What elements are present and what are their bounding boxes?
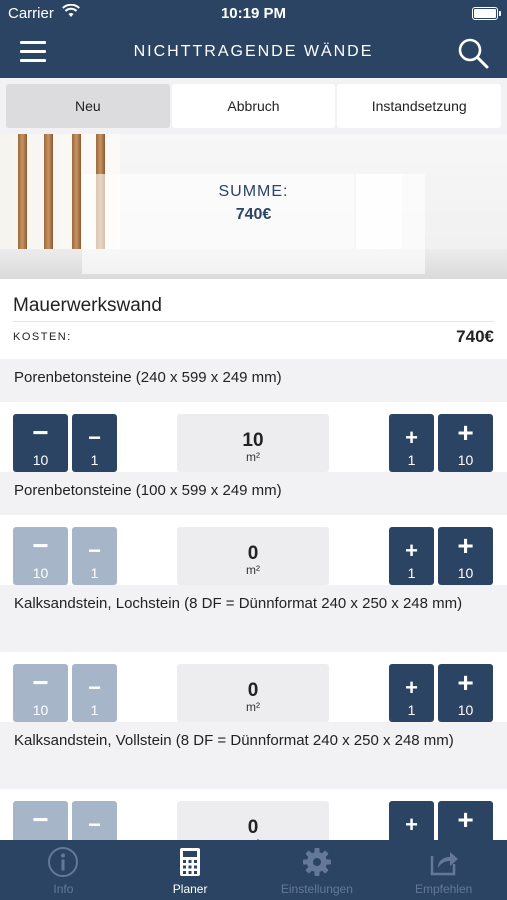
plus-1-button[interactable]: + 1 [389, 664, 434, 722]
quantity-value: 0 [247, 817, 259, 838]
plus-1-button[interactable]: + 1 [389, 414, 434, 472]
quantity-display: 0 m² [177, 801, 329, 840]
status-bar: Carrier 10:19 PM [0, 0, 507, 28]
quantity-value: 10 [242, 430, 264, 451]
tab-info[interactable]: Info [0, 840, 127, 900]
page-title: NICHTTRAGENDE WÄNDE [133, 43, 374, 60]
kosten-label: KOSTEN: [13, 331, 72, 343]
minus-1-button[interactable]: − 1 [72, 527, 117, 585]
plus-1-button[interactable]: + 1 [389, 801, 434, 840]
section-title: Mauerwerkswand [13, 295, 162, 316]
segment-neu[interactable]: Neu [6, 84, 170, 128]
segment-abbruch[interactable]: Abbruch [171, 84, 336, 128]
quantity-display: 0 m² [177, 527, 329, 585]
hero-image: SUMME: 740€ [0, 134, 507, 279]
minus-10-button[interactable]: − 10 [13, 527, 68, 585]
tab-empfehlen[interactable]: Empfehlen [380, 840, 507, 900]
item-list[interactable]: Porenbetonsteine (240 x 599 x 249 mm) − … [0, 359, 507, 840]
quantity-unit: m² [246, 450, 260, 464]
list-item: − 10 − 1 0 m² + 1 + 10 [0, 515, 507, 585]
item-label: Porenbetonsteine (100 x 599 x 249 mm) [0, 472, 507, 515]
item-label: Kalksandstein, Vollstein (8 DF = Dünnfor… [0, 722, 507, 789]
item-label: Kalksandstein, Lochstein (8 DF = Dünnfor… [0, 585, 507, 652]
item-label: Porenbetonsteine (240 x 599 x 249 mm) [0, 359, 507, 402]
quantity-display: 10 m² [177, 414, 329, 472]
tab-label: Einstellungen [280, 882, 353, 896]
quantity-unit: m² [246, 700, 260, 714]
tab-bar: Info Planer Einstellungen Empfehlen [0, 840, 507, 900]
clock: 10:19 PM [220, 5, 287, 22]
list-item: − 10 − 1 0 m² + 1 + 10 [0, 652, 507, 722]
plus-10-button[interactable]: + 10 [438, 414, 493, 472]
minus-1-button[interactable]: − 1 [72, 414, 117, 472]
quantity-display: 0 m² [177, 664, 329, 722]
tab-label: Planer [172, 882, 208, 896]
minus-10-button[interactable]: − 10 [13, 664, 68, 722]
sum-value: 740€ [235, 206, 272, 223]
nav-bar: NICHTTRAGENDE WÄNDE [0, 28, 507, 78]
gear-icon [302, 848, 331, 876]
minus-10-button[interactable]: − 10 [13, 414, 68, 472]
plus-10-button[interactable]: + 10 [438, 801, 493, 840]
kosten-value: 740€ [456, 327, 494, 346]
search-icon[interactable] [457, 37, 489, 69]
section-header: Mauerwerkswand KOSTEN: 740€ [0, 279, 507, 359]
calculator-icon [180, 848, 201, 876]
plus-10-button[interactable]: + 10 [438, 527, 493, 585]
list-item: − 10 − 1 0 m² + 1 + 10 [0, 789, 507, 840]
list-item: − 10 − 1 10 m² + 1 + 10 [0, 402, 507, 472]
share-icon [430, 852, 458, 876]
segmented-control: Neu Abbruch Instandsetzung [0, 78, 507, 134]
divider [13, 321, 494, 322]
plus-1-button[interactable]: + 1 [389, 527, 434, 585]
minus-1-button[interactable]: − 1 [72, 664, 117, 722]
plus-10-button[interactable]: + 10 [438, 664, 493, 722]
sum-label: SUMME: [218, 183, 289, 200]
quantity-unit: m² [246, 563, 260, 577]
tab-planer[interactable]: Planer [127, 840, 254, 900]
minus-1-button[interactable]: − 1 [72, 801, 117, 840]
battery-icon [472, 7, 501, 20]
segment-instandsetzung[interactable]: Instandsetzung [337, 84, 502, 128]
minus-10-button[interactable]: − 10 [13, 801, 68, 840]
quantity-value: 0 [247, 543, 259, 564]
tab-label: Empfehlen [414, 882, 473, 896]
info-icon [48, 847, 79, 877]
tab-label: Info [53, 882, 74, 896]
tab-einstellungen[interactable]: Einstellungen [254, 840, 381, 900]
quantity-value: 0 [247, 680, 259, 701]
